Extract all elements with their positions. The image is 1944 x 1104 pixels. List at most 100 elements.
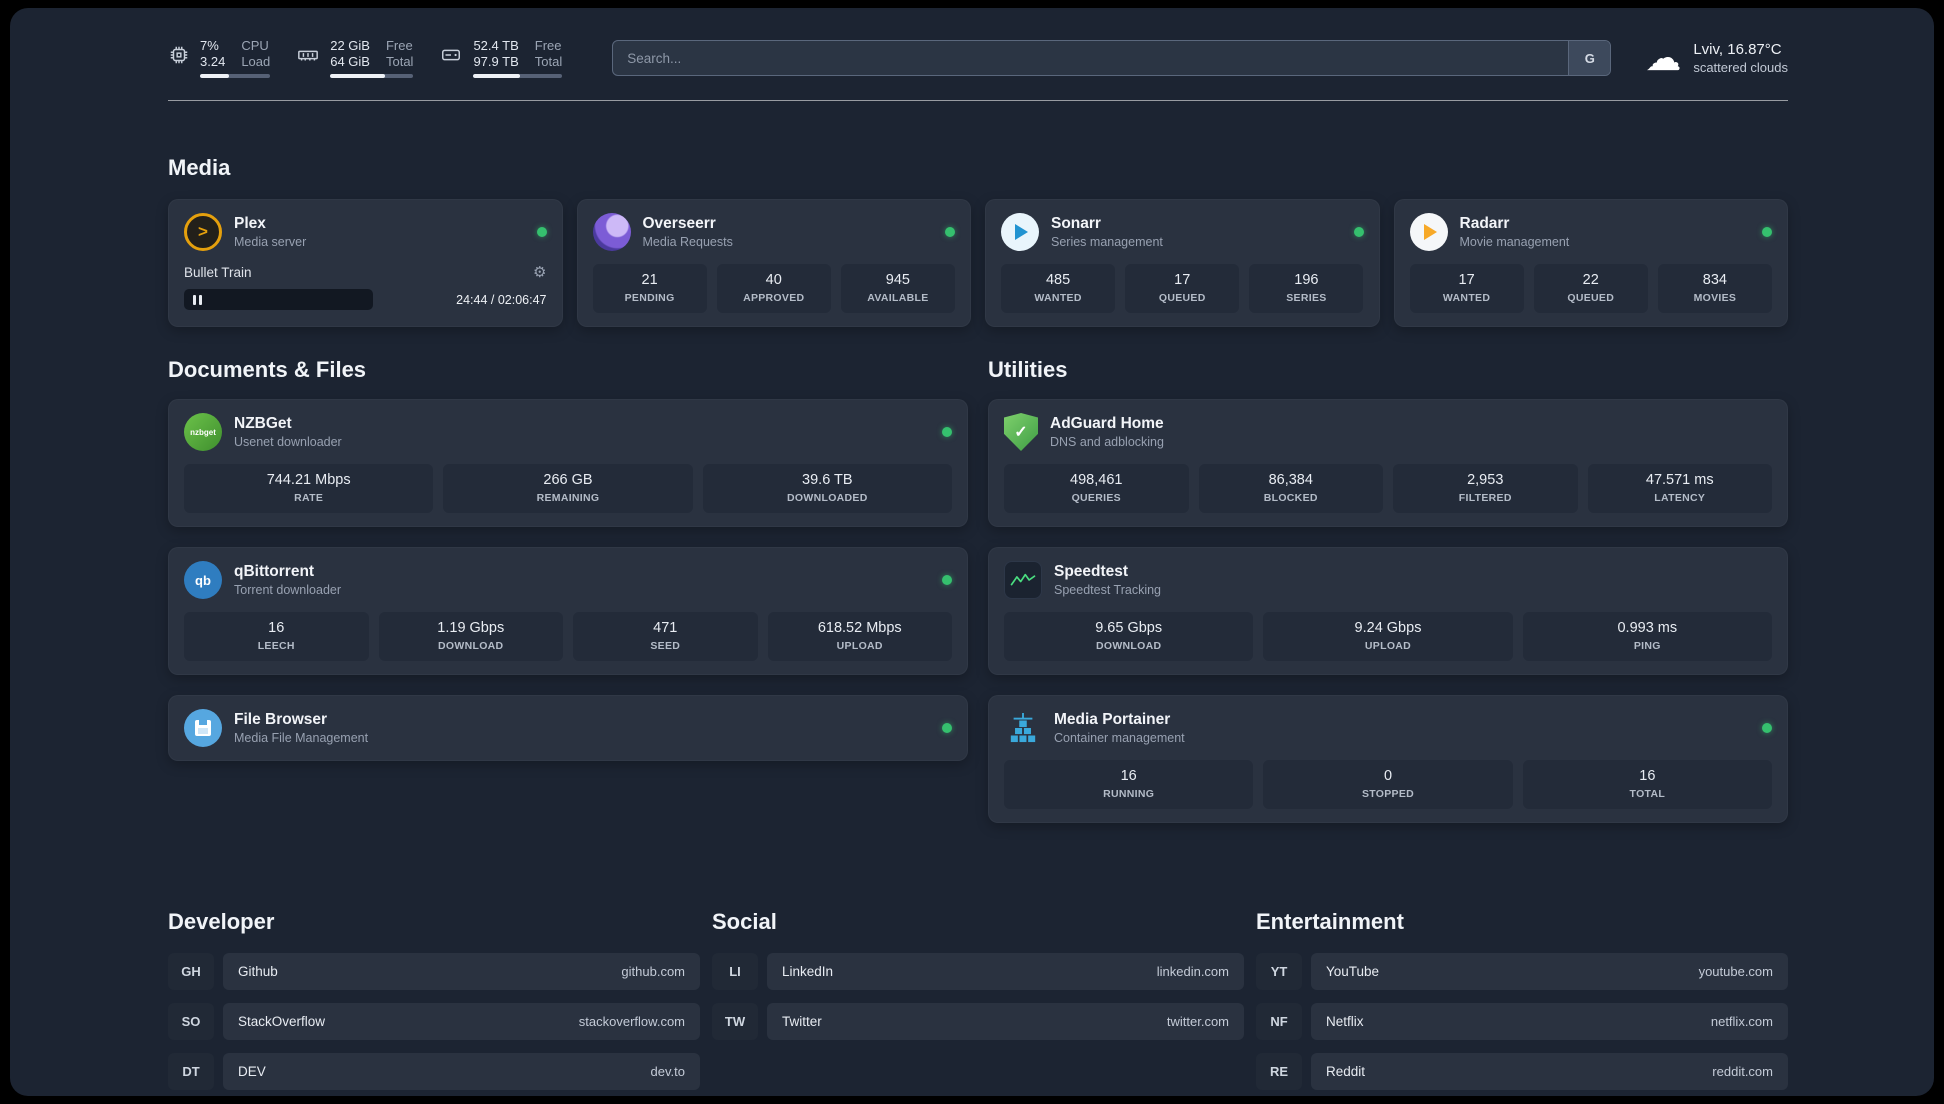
bookmark-reddit[interactable]: RE Reddit reddit.com: [1256, 1053, 1788, 1090]
card-speedtest: Speedtest Speedtest Tracking 9.65 Gbps D…: [988, 547, 1788, 675]
stat-label: DOWNLOADED: [787, 492, 868, 504]
stat-label: PENDING: [624, 292, 675, 304]
search-engine-button[interactable]: G: [1568, 41, 1611, 75]
disk-label-top: Free: [534, 38, 562, 53]
bookmark-github[interactable]: GH Github github.com: [168, 953, 700, 990]
stats-row: 485 WANTED 17 QUEUED 196 SERIES: [1001, 264, 1364, 313]
stats-row: 21 PENDING 40 APPROVED 945 AVAILABLE: [592, 264, 956, 313]
cpu-label-top: CPU: [241, 38, 269, 53]
stat-value: 86,384: [1268, 472, 1313, 488]
stat-box: 17 QUEUED: [1125, 264, 1240, 313]
stat-label: BLOCKED: [1263, 492, 1318, 504]
app-portainer[interactable]: Media Portainer Container management: [1004, 709, 1772, 747]
disk-readout: 52.4 TB 97.9 TB Free Total: [473, 38, 563, 78]
app-title-block: AdGuard Home DNS and adblocking: [1050, 415, 1164, 449]
stat-box: 22 QUEUED: [1533, 264, 1648, 313]
bookmark-stackoverflow[interactable]: SO StackOverflow stackoverflow.com: [168, 1003, 700, 1040]
section-title-media: Media: [168, 155, 231, 180]
app-name: File Browser: [234, 711, 328, 728]
stat-value: 1.19 Gbps: [437, 620, 505, 636]
bookmark-url: dev.to: [650, 1064, 685, 1079]
cpu-readout: 7% 3.24 CPU Load: [200, 38, 271, 78]
stat-label: AVAILABLE: [867, 292, 929, 304]
app-radarr[interactable]: Radarr Movie management: [1409, 213, 1772, 251]
stat-box: 16 LEECH: [184, 612, 369, 661]
memory-values: 22 GiB 64 GiB: [330, 38, 370, 69]
app-qbittorrent[interactable]: qb qBittorrent Torrent downloader: [184, 561, 952, 599]
bookmark-url: stackoverflow.com: [578, 1014, 685, 1029]
search-input[interactable]: [612, 40, 1612, 76]
bookmark-twitter[interactable]: TW Twitter twitter.com: [712, 1003, 1244, 1040]
stat-box: 485 WANTED: [1001, 264, 1116, 313]
radarr-icon: [1409, 213, 1448, 251]
app-name: Speedtest: [1054, 563, 1129, 580]
section-documents: Documents & Files nzbget NZBGet Usenet d…: [168, 357, 968, 781]
bookmark-pill: DEV dev.to: [223, 1053, 700, 1090]
bookmark-url: reddit.com: [1712, 1064, 1773, 1079]
stat-label: MOVIES: [1693, 292, 1737, 304]
seek-bar[interactable]: [184, 289, 373, 310]
app-title-block: Overseerr Media Requests: [643, 215, 733, 249]
bookmark-youtube[interactable]: YT YouTube youtube.com: [1256, 953, 1788, 990]
app-name: NZBGet: [234, 415, 292, 432]
stat-label: QUEUED: [1158, 292, 1206, 304]
app-name: Media Portainer: [1054, 711, 1171, 728]
app-title-block: Speedtest Speedtest Tracking: [1054, 563, 1161, 597]
app-title-block: NZBGet Usenet downloader: [234, 415, 342, 449]
app-title-block: Sonarr Series management: [1051, 215, 1163, 249]
bookmark-netflix[interactable]: NF Netflix netflix.com: [1256, 1003, 1788, 1040]
app-name: Overseerr: [642, 215, 716, 232]
cpu-widget: 7% 3.24 CPU Load: [168, 38, 271, 78]
pause-icon[interactable]: [193, 294, 202, 305]
plex-icon: >: [184, 213, 222, 251]
status-dot: [1762, 723, 1772, 733]
stats-row: 9.65 Gbps DOWNLOAD 9.24 Gbps UPLOAD 0.99…: [1004, 612, 1772, 661]
stat-box: 744.21 Mbps RATE: [184, 464, 434, 513]
stat-box: 21 PENDING: [592, 264, 707, 313]
stat-label: FILTERED: [1458, 492, 1512, 504]
disk-widget: 52.4 TB 97.9 TB Free Total: [439, 38, 563, 78]
stat-label: DOWNLOAD: [1095, 640, 1162, 652]
bookmark-linkedin[interactable]: LI LinkedIn linkedin.com: [712, 953, 1244, 990]
bookmark-pill: Netflix netflix.com: [1311, 1003, 1788, 1040]
cpu-labels: CPU Load: [241, 38, 270, 69]
bookmark-name: YouTube: [1326, 964, 1380, 979]
memory-widget: 22 GiB 64 GiB Free Total: [296, 38, 414, 78]
stat-label: UPLOAD: [836, 640, 883, 652]
section-title-developer: Developer: [168, 909, 275, 934]
stat-label: QUERIES: [1071, 492, 1121, 504]
disk-icon: [442, 49, 461, 61]
stat-value: 744.21 Mbps: [266, 472, 351, 488]
app-adguard[interactable]: ✓ AdGuard Home DNS and adblocking: [1004, 413, 1772, 451]
stat-box: 471 SEED: [573, 612, 758, 661]
card-plex: > Plex Media server Bullet Train ⚙ 24:44…: [168, 199, 563, 327]
disk-label-bottom: Total: [534, 54, 563, 69]
app-sonarr[interactable]: Sonarr Series management: [1001, 213, 1364, 251]
stats-row: 17 WANTED 22 QUEUED 834 MOVIES: [1409, 264, 1773, 313]
app-title-block: qBittorrent Torrent downloader: [234, 563, 341, 597]
app-overseerr[interactable]: Overseerr Media Requests: [592, 213, 955, 251]
section-media: Media > Plex Media server Bullet Train ⚙: [168, 155, 1788, 327]
bookmark-abbr: NF: [1256, 1003, 1302, 1040]
gear-icon[interactable]: ⚙: [533, 263, 546, 281]
stat-value: 16: [268, 620, 285, 636]
app-nzbget[interactable]: nzbget NZBGet Usenet downloader: [184, 413, 952, 451]
cloud-icon: ☁: [1645, 37, 1682, 78]
bookmark-name: Github: [238, 964, 278, 979]
app-speedtest[interactable]: Speedtest Speedtest Tracking: [1004, 561, 1772, 599]
stat-value: 47.571 ms: [1645, 472, 1714, 488]
app-title-block: Plex Media server: [234, 215, 306, 249]
card-portainer: Media Portainer Container management 16 …: [988, 695, 1788, 823]
status-dot: [945, 227, 955, 237]
stat-box: 17 WANTED: [1409, 264, 1524, 313]
stat-box: 9.65 Gbps DOWNLOAD: [1004, 612, 1254, 661]
app-plex[interactable]: > Plex Media server: [184, 213, 547, 251]
memory-total: 64 GiB: [330, 54, 370, 69]
stat-value: 471: [653, 620, 678, 636]
bookmark-dev[interactable]: DT DEV dev.to: [168, 1053, 700, 1090]
app-title-block: File Browser Media File Management: [234, 711, 368, 745]
app-filebrowser[interactable]: File Browser Media File Management: [184, 709, 952, 747]
stat-box: 47.571 ms LATENCY: [1587, 464, 1772, 513]
bookmark-name: Reddit: [1326, 1064, 1366, 1079]
stat-label: REMAINING: [536, 492, 600, 504]
